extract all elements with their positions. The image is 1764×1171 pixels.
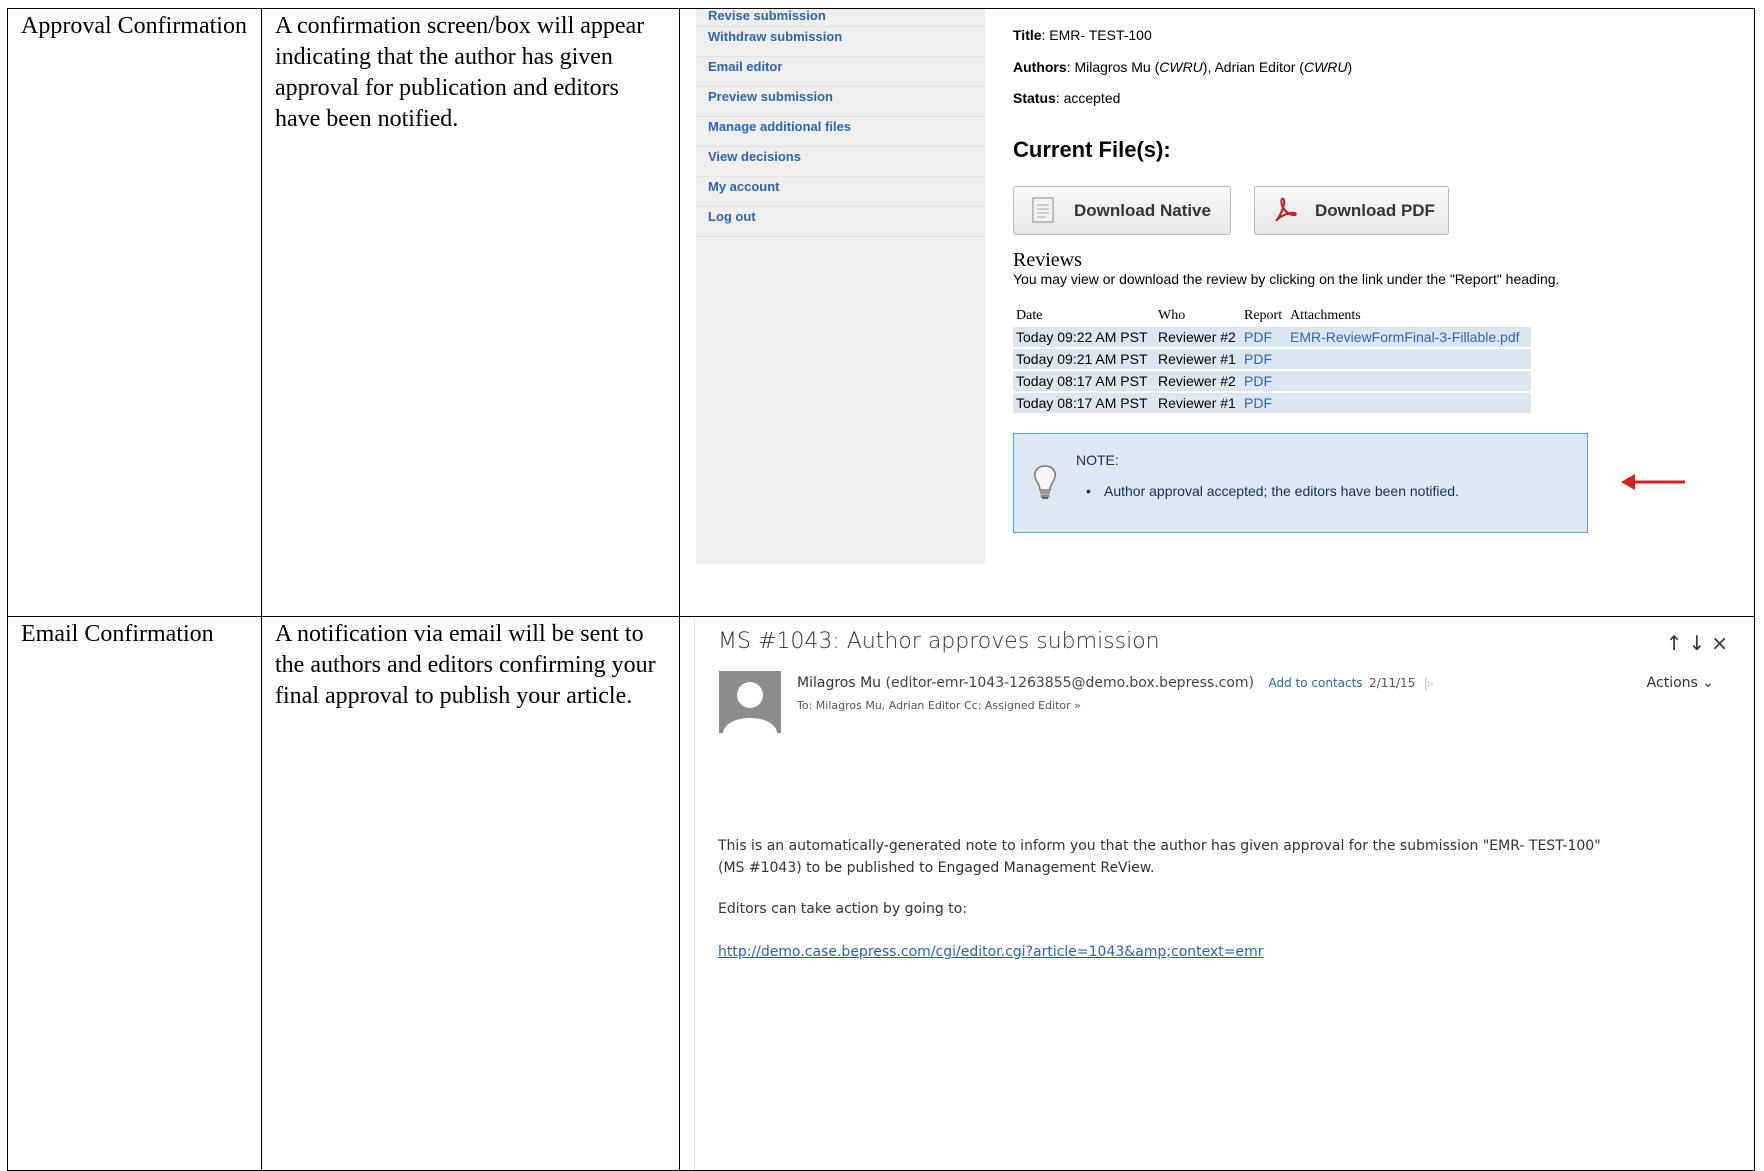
step-cell: Email Confirmation	[7, 616, 262, 1171]
column-header-who: Who	[1158, 308, 1186, 323]
document-icon	[1032, 197, 1056, 225]
review-who: Reviewer #1	[1155, 393, 1241, 413]
table-row: Today 09:22 AM PST Reviewer #2 PDF EMR-R…	[1013, 327, 1531, 347]
sidebar-item-email-editor[interactable]: Email editor	[696, 57, 985, 87]
table-row: Approval Confirmation A confirmation scr…	[7, 8, 1755, 617]
sidebar-item-revise-submission[interactable]: Revise submission	[696, 9, 985, 27]
sidebar-item-log-out[interactable]: Log out	[696, 207, 985, 237]
review-date: Today 08:17 AM PST	[1013, 371, 1155, 391]
email-screenshot: MS #1043: Author approves submission ↑↓×…	[680, 617, 1754, 1170]
sidebar-menu: Revise submission Withdraw submission Em…	[696, 9, 985, 564]
review-report-link[interactable]: PDF	[1241, 393, 1287, 413]
reviews-header-row: Date Who Report Attachments	[1013, 307, 1531, 325]
description-cell: A notification via email will be sent to…	[261, 616, 680, 1171]
step-label: Approval Confirmation	[21, 13, 247, 39]
sender-name: Milagros Mu	[797, 675, 882, 691]
instructions-table: Approval Confirmation A confirmation scr…	[7, 8, 1755, 1171]
step-description: A confirmation screen/box will appear in…	[275, 13, 645, 132]
editor-link[interactable]: http://demo.case.bepress.com/cgi/editor.…	[718, 944, 1264, 960]
current-files-heading: Current File(s):	[1013, 137, 1171, 162]
actions-menu[interactable]: Actions ⌄	[1647, 675, 1714, 691]
review-report-link[interactable]: PDF	[1241, 349, 1287, 369]
download-pdf-label: Download PDF	[1315, 200, 1435, 220]
expand-recipients-icon[interactable]: »	[1074, 699, 1081, 712]
email-date: 2/11/15	[1369, 676, 1416, 690]
flag-icon[interactable]: |▹	[1424, 676, 1434, 690]
screenshot-cell: Revise submission Withdraw submission Em…	[679, 8, 1755, 617]
sidebar-item-manage-additional-files[interactable]: Manage additional files	[696, 117, 985, 147]
column-header-report: Report	[1244, 308, 1283, 323]
review-who: Reviewer #2	[1155, 327, 1241, 347]
left-arrow-icon	[1619, 472, 1687, 497]
sender-line: Milagros Mu (editor-emr-1043-1263855@dem…	[797, 675, 1434, 691]
avatar	[719, 671, 781, 733]
table-row: Today 08:17 AM PST Reviewer #1 PDF	[1013, 393, 1531, 413]
add-to-contacts-link[interactable]: Add to contacts	[1268, 676, 1362, 690]
screenshot-cell: MS #1043: Author approves submission ↑↓×…	[679, 616, 1755, 1171]
email-body-paragraph: This is an automatically-generated note …	[718, 838, 1601, 876]
submission-title: Title: EMR- TEST-100	[1013, 27, 1152, 43]
email-controls: ↑↓×	[1666, 631, 1734, 655]
lightbulb-icon	[1032, 464, 1058, 505]
review-report-link[interactable]: PDF	[1241, 327, 1287, 347]
sidebar-item-withdraw-submission[interactable]: Withdraw submission	[696, 27, 985, 57]
submission-status: Status: accepted	[1013, 90, 1121, 106]
column-header-attachments: Attachments	[1290, 308, 1361, 323]
review-attachment	[1287, 371, 1531, 391]
email-body-paragraph: Editors can take action by going to:	[718, 901, 968, 917]
review-date: Today 09:21 AM PST	[1013, 349, 1155, 369]
reviews-table: Date Who Report Attachments Today 09:22 …	[1013, 305, 1531, 415]
previous-arrow-icon[interactable]: ↑	[1666, 631, 1689, 655]
table-row: Email Confirmation A notification via em…	[7, 616, 1755, 1171]
sender-address: (editor-emr-1043-1263855@demo.box.bepres…	[885, 675, 1255, 691]
review-date: Today 09:22 AM PST	[1013, 327, 1155, 347]
sidebar-item-preview-submission[interactable]: Preview submission	[696, 87, 985, 117]
table-row: Today 08:17 AM PST Reviewer #2 PDF	[1013, 371, 1531, 391]
description-cell: A confirmation screen/box will appear in…	[261, 8, 680, 617]
reviews-instructions: You may view or download the review by c…	[1013, 271, 1560, 287]
next-arrow-icon[interactable]: ↓	[1688, 631, 1711, 655]
review-date: Today 08:17 AM PST	[1013, 393, 1155, 413]
download-pdf-button[interactable]: Download PDF	[1254, 186, 1449, 235]
pdf-icon	[1273, 197, 1297, 225]
step-description: A notification via email will be sent to…	[275, 621, 656, 709]
close-icon[interactable]: ×	[1711, 631, 1734, 655]
review-attachment	[1287, 349, 1531, 369]
download-native-button[interactable]: Download Native	[1013, 186, 1231, 235]
recipients-line: To: Milagros Mu, Adrian Editor Cc: Assig…	[797, 699, 1081, 712]
step-label: Email Confirmation	[21, 621, 214, 647]
actions-label: Actions	[1646, 675, 1698, 691]
submission-authors: Authors: Milagros Mu (CWRU), Adrian Edit…	[1013, 59, 1353, 75]
step-cell: Approval Confirmation	[7, 8, 262, 617]
submission-main: Title: EMR- TEST-100 Authors: Milagros M…	[1013, 9, 1743, 609]
chevron-down-icon: ⌄	[1702, 675, 1714, 691]
note-title: NOTE:	[1076, 452, 1119, 468]
sidebar-item-my-account[interactable]: My account	[696, 177, 985, 207]
recipients: To: Milagros Mu, Adrian Editor Cc: Assig…	[797, 699, 1071, 712]
sidebar-item-view-decisions[interactable]: View decisions	[696, 147, 985, 177]
review-attachment-link[interactable]: EMR-ReviewFormFinal-3-Fillable.pdf	[1287, 327, 1531, 347]
download-native-label: Download Native	[1074, 200, 1211, 220]
review-who: Reviewer #2	[1155, 371, 1241, 391]
review-report-link[interactable]: PDF	[1241, 371, 1287, 391]
email-subject: MS #1043: Author approves submission	[718, 629, 1160, 654]
column-header-date: Date	[1016, 308, 1043, 323]
review-attachment	[1287, 393, 1531, 413]
review-who: Reviewer #1	[1155, 349, 1241, 369]
note-message: Author approval accepted; the editors ha…	[1086, 483, 1459, 499]
note-box: NOTE: Author approval accepted; the edit…	[1013, 433, 1588, 533]
table-row: Today 09:21 AM PST Reviewer #1 PDF	[1013, 349, 1531, 369]
editor-link-line: http://demo.case.bepress.com/cgi/editor.…	[718, 941, 1608, 963]
submission-page-screenshot: Revise submission Withdraw submission Em…	[680, 9, 1754, 616]
reviews-heading: Reviews	[1013, 249, 1082, 271]
